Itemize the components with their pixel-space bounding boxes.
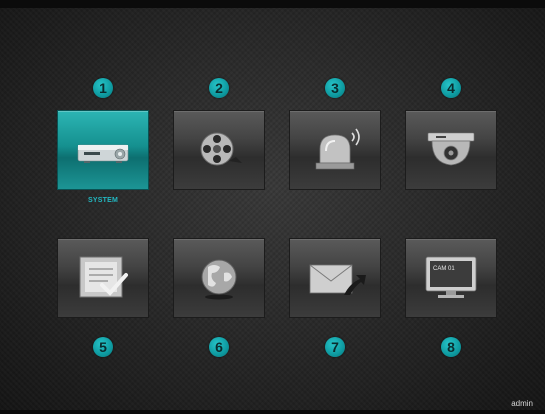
menu-tile-playback[interactable] xyxy=(174,111,264,189)
menu-number-badge-1: 1 xyxy=(93,78,113,98)
checklist-icon xyxy=(79,256,128,298)
menu-number-badge-6: 6 xyxy=(209,337,229,357)
bottom-frame-bar xyxy=(0,410,545,414)
menu-tile-network[interactable] xyxy=(174,239,264,317)
menu-number-badge-8: 8 xyxy=(441,337,461,357)
menu-tile-checklist[interactable] xyxy=(58,239,148,317)
current-user: admin xyxy=(511,399,533,408)
menu-number-badge-7: 7 xyxy=(325,337,345,357)
film-reel-icon xyxy=(200,132,242,166)
monitor-screen-text: CAM 01 xyxy=(433,266,455,272)
system-device-icon xyxy=(77,144,129,163)
menu-number-badge-5: 5 xyxy=(93,337,113,357)
globe-icon xyxy=(201,259,237,300)
menu-number-badge-3: 3 xyxy=(325,78,345,98)
menu-tile-email[interactable] xyxy=(290,239,380,317)
dome-camera-icon xyxy=(427,132,475,166)
alarm-siren-icon xyxy=(315,128,360,170)
menu-number-badge-4: 4 xyxy=(441,78,461,98)
menu-tile-system[interactable] xyxy=(58,111,148,189)
menu-tile-alarm[interactable] xyxy=(290,111,380,189)
menu-tile-display[interactable]: CAM 01 xyxy=(406,239,496,317)
top-frame-bar xyxy=(0,0,545,8)
menu-number-badge-2: 2 xyxy=(209,78,229,98)
menu-label-system: SYSTEM xyxy=(88,197,118,204)
monitor-icon: CAM 01 xyxy=(425,256,477,298)
email-icon xyxy=(309,264,366,295)
menu-tile-camera[interactable] xyxy=(406,111,496,189)
